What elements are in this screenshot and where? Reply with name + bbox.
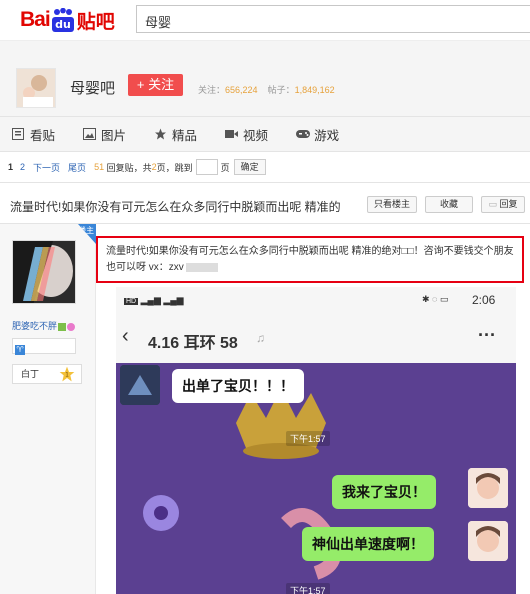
chat-bubble-self: 我来了宝贝！ [332,475,436,509]
clock: 2:06 [472,293,496,307]
tab-images[interactable]: 图片 [83,125,126,144]
level-title: 白丁 [21,369,40,379]
tab-label: 精品 [172,128,198,143]
svg-text:1: 1 [65,372,69,379]
last-page-link[interactable]: 尾页 [68,161,86,174]
chat-icon: ▭ [488,199,497,209]
only-op-button[interactable]: 只看楼主 [367,196,417,213]
chat-bubble: 出单了宝贝！！！ [172,369,304,403]
embedded-chat-screenshot: HD ▂▄▆ ▂▄▆ ✱ ◌ ▭ 2:06 ‹ 4.16 耳环 58 ♫ ··· [116,287,516,594]
pagination: 1 2 下一页 尾页 51 回复贴，共 2 页，跳到 页 确定 [0,152,530,182]
follow-stat-label: 关注： [198,85,226,95]
chat-area: 出单了宝贝！！！ 下午1:57 我来了宝贝！ 神仙出单速度啊！ 下午1:57 [116,363,516,594]
author-name[interactable]: 肥婆吃不胖 [12,319,76,332]
image-icon [83,128,97,140]
forum-stats: 关注：656,224 帖子：1,849,162 [198,83,335,96]
tab-video[interactable]: 视频 [225,125,268,144]
gamepad-icon [296,128,311,140]
pages-text: 页，跳到 [156,162,193,173]
video-icon [225,128,239,140]
my-avatar [468,468,508,508]
post-text-highlight: 流量时代!如果你没有可元怎么在众多同行中脱颖而出呢 精准的绝对□□！咨询不要钱交… [96,236,524,283]
chat-header: ‹ 4.16 耳环 58 ♫ ··· [116,315,516,363]
chat-title: 4.16 耳环 58 [148,335,238,352]
my-avatar [468,521,508,561]
forum-nav: 看贴 图片 精品 视频 游戏 [0,116,530,152]
reply-text: 回复贴，共 [106,162,152,173]
star-icon [154,128,167,140]
author-avatar[interactable] [12,240,76,304]
blurred-contact [185,262,218,272]
search-input[interactable]: 母婴 [136,5,530,33]
tab-threads[interactable]: 看贴 [12,125,55,144]
thread-title: 流量时代!如果你没有可元怎么在众多同行中脱颖而出呢 精准的 [10,200,341,214]
top-bar: Bai du 贴吧 母婴 [0,0,530,40]
signal-indicator: HD ▂▄▆ ▂▄▆ [124,295,184,306]
bow-icon [67,322,76,331]
posts-count: 1,849,162 [294,85,335,95]
follow-button[interactable]: + 关注 [128,74,183,96]
level-star-icon: 1 [59,366,75,382]
jump-page-input[interactable] [195,159,218,175]
forum-avatar[interactable] [16,68,56,108]
next-page-link[interactable]: 下一页 [33,161,60,174]
tab-games[interactable]: 游戏 [296,125,339,144]
zodiac-badge: ♈ [12,338,76,355]
chat-bubble-self: 神仙出单速度啊！ [302,527,434,561]
more-icon[interactable]: ··· [478,325,496,346]
logo-text-bai: Bai [20,8,51,31]
contact-avatar [120,365,160,405]
tab-featured[interactable]: 精品 [154,125,197,144]
page-current: 1 [8,162,14,172]
member-icon [58,322,67,331]
page-link-2[interactable]: 2 [20,162,25,172]
tab-label: 看贴 [30,128,56,143]
post-content: 流量时代!如果你没有可元怎么在众多同行中脱颖而出呢 精准的绝对□□！咨询不要钱交… [96,224,530,594]
chat-timestamp: 下午1:57 [286,431,330,446]
reply-button[interactable]: ▭ 回复 [481,196,525,213]
tab-label: 视频 [243,128,269,143]
reply-label: 回复 [499,199,518,209]
thread-title-bar: 流量时代!如果你没有可元怎么在众多同行中脱颖而出呢 精准的 只看楼主 收藏 ▭ … [0,182,530,224]
baidu-tieba-logo[interactable]: Bai du 贴吧 [20,6,115,34]
forum-header: 母婴吧 + 关注 关注：656,224 帖子：1,849,162 [0,40,530,116]
list-icon [12,128,25,140]
level-badge[interactable]: 白丁 1 [12,364,82,384]
logo-text-tieba: 贴吧 [76,11,115,33]
page-unit: 页 [220,162,230,173]
phone-status-bar: HD ▂▄▆ ▂▄▆ ✱ ◌ ▭ 2:06 [116,287,516,315]
chat-timestamp: 下午1:57 [286,583,330,594]
svg-text:du: du [55,18,71,31]
forum-name[interactable]: 母婴吧 [70,77,115,98]
paw-icon: du [51,7,75,32]
tab-label: 游戏 [314,128,340,143]
collect-button[interactable]: 收藏 [425,196,473,213]
hd-badge: HD [124,298,139,305]
post-text: 流量时代!如果你没有可元怎么在众多同行中脱颖而出呢 精准的绝对□□！咨询不要钱交… [106,246,514,273]
jump-confirm-button[interactable]: 确定 [233,159,266,175]
back-arrow-icon[interactable]: ‹ [122,325,129,348]
author-sidebar: 楼主 肥婆吃不胖 ♈ 白丁 1 [0,224,96,594]
tab-label: 图片 [101,128,127,143]
author-name-text: 肥婆吃不胖 [12,321,58,331]
earbud-icon: ♫ [256,331,265,345]
follow-count: 656,224 [225,85,258,95]
op-badge-text: 楼主 [78,226,94,235]
reply-count: 51 [94,162,105,172]
zodiac-icon: ♈ [15,345,25,355]
status-icons: ✱ ◌ ▭ [422,294,449,304]
posts-stat-label: 帖子： [267,85,295,95]
signal-bars-icon: ▂▄▆ ▂▄▆ [140,295,184,305]
